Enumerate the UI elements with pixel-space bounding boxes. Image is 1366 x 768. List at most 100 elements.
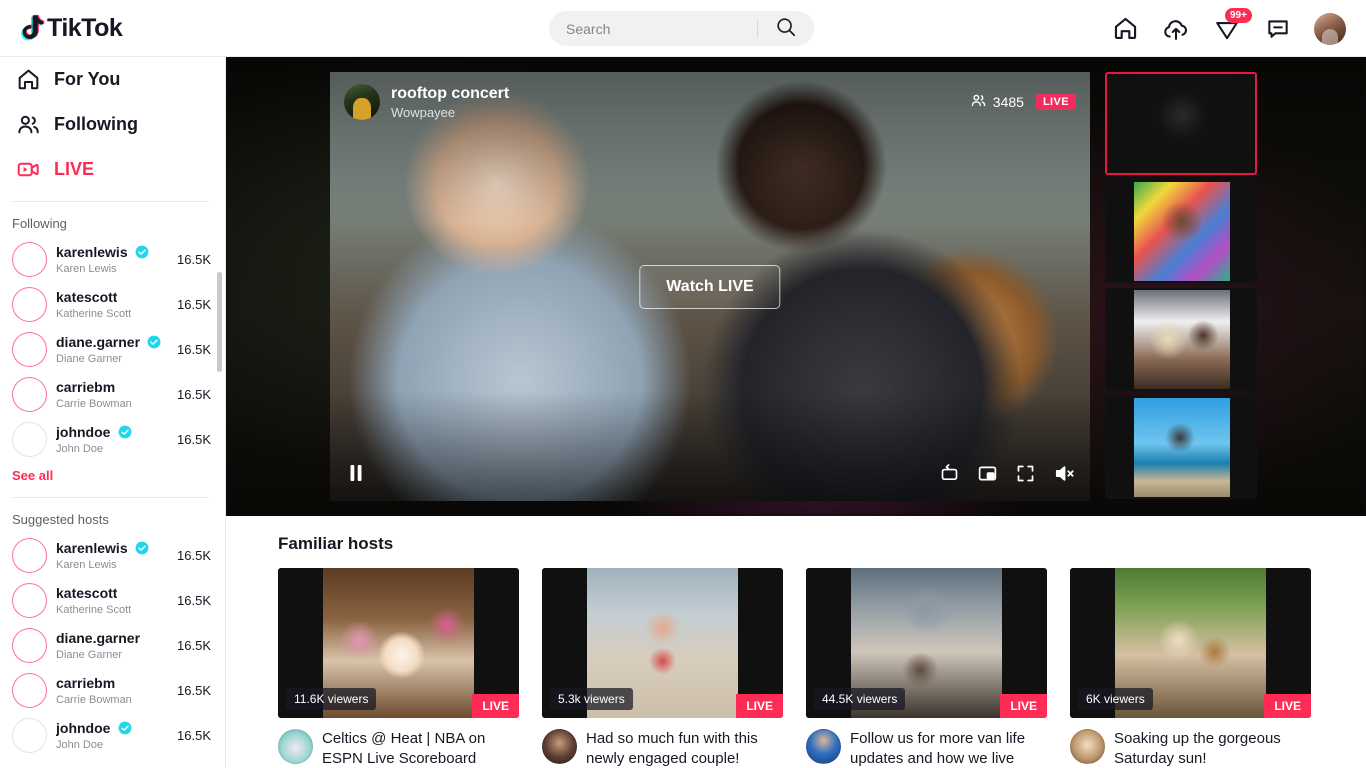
display-name: Katherine Scott (56, 308, 168, 321)
upload-icon[interactable] (1161, 14, 1191, 44)
thumbnail-snowboarder[interactable] (1105, 72, 1257, 175)
volume-muted-icon[interactable] (1053, 462, 1076, 485)
left-sidebar: For You Following LIVE Following karenle… (0, 57, 226, 768)
list-item[interactable]: carriebm Carrie Bowman 16.5K (0, 668, 225, 713)
list-item[interactable]: johndoe John Doe 16.5K (0, 713, 225, 758)
live-badge: LIVE (1000, 694, 1047, 718)
picture-in-picture-icon[interactable] (977, 463, 998, 484)
sidebar-item-live[interactable]: LIVE (0, 147, 225, 192)
card-title: Follow us for more van life updates and … (850, 729, 1047, 768)
list-item[interactable]: carriebm Carrie Bowman 16.5K (0, 372, 225, 417)
familiar-hosts-section: Familiar hosts 11.6K viewers LIVE Celtic… (226, 516, 1366, 768)
live-video-icon (12, 157, 44, 182)
username: katescott (56, 289, 117, 305)
follower-count: 16.5K (177, 387, 225, 402)
username: katescott (56, 585, 117, 601)
avatar (12, 377, 47, 412)
display-name: Katherine Scott (56, 604, 168, 617)
sidebar-item-for-you[interactable]: For You (0, 57, 225, 102)
watch-live-button[interactable]: Watch LIVE (639, 265, 780, 309)
home-icon[interactable] (1110, 14, 1140, 44)
viewer-count: 11.6K viewers (286, 688, 376, 710)
viewer-count: 44.5K viewers (814, 688, 905, 710)
familiar-hosts-list: 11.6K viewers LIVE Celtics @ Heat | NBA … (278, 568, 1366, 768)
host-avatar[interactable] (344, 84, 380, 120)
fullscreen-icon[interactable] (1015, 463, 1036, 484)
avatar (12, 242, 47, 277)
verified-badge-icon (118, 721, 132, 735)
thumbnail-makeup[interactable] (1105, 288, 1257, 391)
avatar (12, 583, 47, 618)
inbox-icon[interactable]: 99+ (1212, 14, 1242, 44)
follower-count: 16.5K (177, 728, 225, 743)
see-all-link[interactable]: See all (0, 462, 225, 483)
header-actions: 99+ (1110, 0, 1346, 57)
live-video-player[interactable]: rooftop concert Wowpayee 3485 LIVE Watch… (330, 72, 1090, 501)
avatar-couple[interactable] (542, 729, 577, 764)
list-item[interactable]: katescott Katherine Scott 16.5K (0, 282, 225, 327)
player-controls (330, 445, 1090, 501)
list-item[interactable]: diane.garner Diane Garner 16.5K (0, 623, 225, 668)
display-name: Diane Garner (56, 353, 168, 366)
live-badge: LIVE (1036, 94, 1076, 110)
familiar-hosts-heading: Familiar hosts (278, 534, 1366, 554)
card-thumbnail[interactable]: 11.6K viewers LIVE (278, 568, 519, 718)
list-item[interactable]: karenlewis Karen Lewis 16.5K (0, 533, 225, 578)
card-thumbnail[interactable]: 6K viewers LIVE (1070, 568, 1311, 718)
display-name: John Doe (56, 443, 168, 456)
logo-text: TikTok (47, 14, 122, 43)
home-icon (12, 67, 44, 92)
live-player-stage: rooftop concert Wowpayee 3485 LIVE Watch… (226, 57, 1366, 516)
people-icon (12, 112, 44, 137)
display-name: Karen Lewis (56, 559, 168, 572)
follower-count: 16.5K (177, 432, 225, 447)
card-thumbnail[interactable]: 44.5K viewers LIVE (806, 568, 1047, 718)
rotate-screen-icon[interactable] (939, 463, 960, 484)
live-badge: LIVE (736, 694, 783, 718)
tiktok-logo[interactable]: TikTok (18, 13, 122, 43)
display-name: John Doe (56, 739, 168, 752)
card-thumbnail[interactable]: 5.3k viewers LIVE (542, 568, 783, 718)
sidebar-label-following: Following (54, 114, 138, 135)
search-button[interactable] (758, 11, 814, 46)
avatar (12, 287, 47, 322)
live-badge: LIVE (472, 694, 519, 718)
search-bar[interactable] (549, 11, 814, 46)
avatar-vanlife[interactable] (806, 729, 841, 764)
live-badge: LIVE (1264, 694, 1311, 718)
messages-icon[interactable] (1263, 14, 1293, 44)
search-input[interactable] (549, 21, 757, 37)
sidebar-item-following[interactable]: Following (0, 102, 225, 147)
tiktok-note-icon (18, 13, 46, 43)
sidebar-section-suggested: Suggested hosts (0, 498, 225, 533)
live-card[interactable]: 44.5K viewers LIVE Follow us for more va… (806, 568, 1047, 768)
avatar (12, 422, 47, 457)
follower-count: 16.5K (177, 548, 225, 563)
display-name: Carrie Bowman (56, 694, 168, 707)
follower-count: 16.5K (177, 683, 225, 698)
avatar-sun[interactable] (1070, 729, 1105, 764)
profile-avatar[interactable] (1314, 13, 1346, 45)
sidebar-section-following: Following (0, 202, 225, 237)
live-card[interactable]: 6K viewers LIVE Soaking up the gorgeous … (1070, 568, 1311, 768)
search-icon (775, 16, 797, 41)
follower-count: 16.5K (177, 638, 225, 653)
list-item[interactable]: karenlewis Karen Lewis 16.5K (0, 237, 225, 282)
card-title: Had so much fun with this newly engaged … (586, 729, 783, 768)
list-item[interactable]: diane.garner Diane Garner 16.5K (0, 327, 225, 372)
thumbnail-confetti[interactable] (1105, 180, 1257, 283)
list-item[interactable]: johndoe John Doe 16.5K (0, 417, 225, 462)
pause-icon[interactable] (344, 461, 368, 485)
sidebar-scrollbar[interactable] (217, 272, 222, 372)
username: johndoe (56, 720, 110, 736)
avatar (12, 673, 47, 708)
live-card[interactable]: 11.6K viewers LIVE Celtics @ Heat | NBA … (278, 568, 519, 768)
verified-badge-icon (135, 245, 149, 259)
thumbnail-skateboard[interactable] (1105, 396, 1257, 499)
list-item[interactable]: katescott Katherine Scott 16.5K (0, 578, 225, 623)
username: diane.garner (56, 630, 140, 646)
viewer-count: 6K viewers (1078, 688, 1153, 710)
live-card[interactable]: 5.3k viewers LIVE Had so much fun with t… (542, 568, 783, 768)
avatar-celtics[interactable] (278, 729, 313, 764)
display-name: Diane Garner (56, 649, 168, 662)
